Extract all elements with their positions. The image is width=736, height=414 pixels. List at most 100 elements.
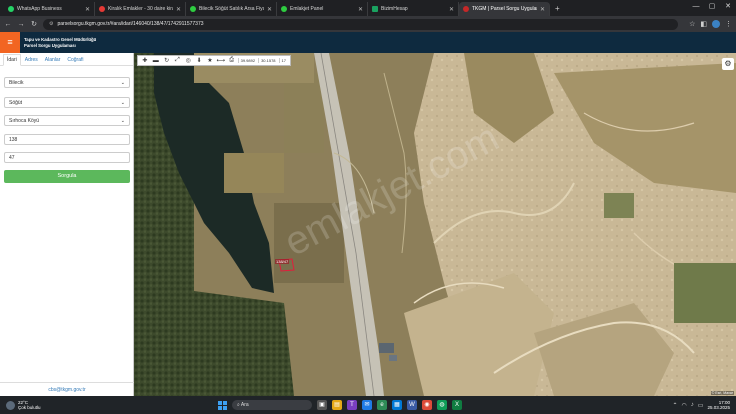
teams-icon[interactable]: T bbox=[347, 400, 357, 410]
chevron-up-icon[interactable]: ⌃ bbox=[673, 402, 678, 409]
address-bar-row: ← → ↻ ⚙ parselsorgu.tkgm.gov.tr/#ara/ida… bbox=[0, 16, 736, 32]
gear-icon[interactable]: ⚙ bbox=[722, 58, 734, 70]
date: 25.03.2025 bbox=[707, 405, 730, 410]
query-sidebar: İdari Adres Alanlar Coğrafi Bilecik ⌄ Söğ… bbox=[0, 53, 134, 396]
tab-bizimhesap[interactable]: BizimHesap ✕ bbox=[368, 2, 459, 16]
refresh-icon[interactable]: ↻ bbox=[162, 57, 172, 64]
window-controls: — ▢ ✕ bbox=[688, 0, 736, 14]
whatsapp-taskbar-icon[interactable]: ◍ bbox=[437, 400, 447, 410]
zoom-in-icon[interactable]: ✚ bbox=[140, 57, 150, 64]
close-tab-icon[interactable]: ✕ bbox=[85, 6, 90, 13]
bookmark-icon[interactable]: ★ bbox=[205, 57, 215, 64]
new-tab-button[interactable]: + bbox=[550, 2, 565, 16]
tab-title: Emlakjet Panel bbox=[290, 6, 324, 12]
weather-widget[interactable]: 22°C Çok bulutlu bbox=[0, 400, 200, 410]
bizimhesap-icon bbox=[372, 6, 378, 12]
sorgula-button[interactable]: Sorgula bbox=[4, 170, 130, 183]
tab-kiralik-emlakler[interactable]: Kiralık Emlakler - 30 daire kiralık ✕ bbox=[95, 2, 186, 16]
excel-icon[interactable]: X bbox=[452, 400, 462, 410]
battery-icon[interactable]: ▭ bbox=[698, 402, 704, 409]
cloud-icon bbox=[6, 400, 15, 410]
maximize-icon[interactable]: ▢ bbox=[704, 0, 720, 14]
clock[interactable]: 17:00 25.03.2025 bbox=[707, 400, 730, 411]
parcel-label: 138/47 bbox=[275, 259, 290, 264]
tab-title: TKGM | Parsel Sorgu Uygulaması bbox=[472, 6, 537, 12]
tab-idari[interactable]: İdari bbox=[3, 54, 21, 66]
search-placeholder: Ara bbox=[240, 402, 249, 408]
weather-text: Çok bulutlu bbox=[18, 405, 41, 410]
windows-taskbar: 22°C Çok bulutlu ⌕ Ara ▣ ▤ T ✉ e ▦ W ◉ ◍… bbox=[0, 396, 736, 414]
satellite-map[interactable]: emlakjet.com 138/47 ✚ ▬ ↻ ⤢ ◎ ⬇ ★ ⟷ ⎙ 39… bbox=[134, 53, 736, 396]
tab-alanlar[interactable]: Alanlar bbox=[42, 55, 64, 65]
hamburger-menu-icon[interactable]: ≡ bbox=[0, 32, 20, 53]
tab-bilecik-sogut[interactable]: Bilecik Söğüt Satılık Arsa Fiyatla ✕ bbox=[186, 2, 277, 16]
close-tab-icon[interactable]: ✕ bbox=[449, 6, 454, 13]
windows-start-icon[interactable] bbox=[218, 400, 227, 410]
file-explorer-icon[interactable]: ▤ bbox=[332, 400, 342, 410]
site-info-icon[interactable]: ⚙ bbox=[49, 21, 53, 27]
minimize-icon[interactable]: — bbox=[688, 0, 704, 14]
task-view-icon[interactable]: ▣ bbox=[317, 400, 327, 410]
chevron-down-icon: ⌄ bbox=[120, 99, 125, 106]
reload-icon[interactable]: ↻ bbox=[30, 20, 38, 28]
store-icon[interactable]: ▦ bbox=[392, 400, 402, 410]
tab-cografi[interactable]: Coğrafi bbox=[64, 55, 86, 65]
tab-adres[interactable]: Adres bbox=[22, 55, 41, 65]
close-tab-icon[interactable]: ✕ bbox=[540, 6, 545, 13]
parsel-value: 47 bbox=[9, 154, 15, 161]
avatar[interactable] bbox=[712, 20, 720, 28]
tab-title: Bilecik Söğüt Satılık Arsa Fiyatla bbox=[199, 6, 264, 12]
il-value: Bilecik bbox=[9, 79, 24, 86]
close-window-icon[interactable]: ✕ bbox=[720, 0, 736, 14]
browser-tab-strip: WhatsApp Business ✕ Kiralık Emlakler - 30… bbox=[0, 0, 736, 16]
close-tab-icon[interactable]: ✕ bbox=[267, 6, 272, 13]
parsel-input[interactable]: 47 bbox=[4, 152, 130, 163]
coord-x: 39.9892 bbox=[237, 58, 257, 63]
volume-icon[interactable]: ♪ bbox=[691, 402, 694, 408]
back-icon[interactable]: ← bbox=[4, 21, 12, 28]
menu-dots-icon[interactable]: ⋮ bbox=[725, 20, 732, 28]
emlakjet-icon bbox=[190, 6, 196, 12]
measure-icon[interactable]: ⟷ bbox=[216, 57, 226, 64]
zoom-level: 17 bbox=[278, 58, 288, 63]
mail-icon[interactable]: ✉ bbox=[362, 400, 372, 410]
ilce-select[interactable]: Söğüt ⌄ bbox=[4, 97, 130, 108]
tab-title: BizimHesap bbox=[381, 6, 408, 12]
contact-email-link[interactable]: cbs@tkgm.gov.tr bbox=[0, 382, 134, 396]
forward-icon[interactable]: → bbox=[17, 21, 25, 28]
chrome-icon[interactable]: ◉ bbox=[422, 400, 432, 410]
app-name: Parsel Sorgu Uygulaması bbox=[24, 42, 76, 48]
system-tray: ⌃ ◠ ♪ ▭ 17:00 25.03.2025 bbox=[673, 396, 730, 414]
extensions-icon[interactable]: ◧ bbox=[700, 20, 707, 28]
satellite-imagery bbox=[134, 53, 736, 396]
ada-input[interactable]: 138 bbox=[4, 134, 130, 145]
tab-whatsapp[interactable]: WhatsApp Business ✕ bbox=[4, 2, 95, 16]
il-select[interactable]: Bilecik ⌄ bbox=[4, 77, 130, 88]
app-header: ≡ Tapu ve Kadastro Genel Müdürlüğü Parse… bbox=[0, 32, 736, 53]
tab-emlakjet-panel[interactable]: Emlakjet Panel ✕ bbox=[277, 2, 368, 16]
ada-value: 138 bbox=[9, 136, 18, 143]
tab-tkgm[interactable]: TKGM | Parsel Sorgu Uygulaması✕ bbox=[459, 2, 550, 16]
zoom-out-icon[interactable]: ▬ bbox=[151, 58, 161, 64]
word-icon[interactable]: W bbox=[407, 400, 417, 410]
print-icon[interactable]: ⎙ bbox=[227, 57, 237, 64]
taskbar-search[interactable]: ⌕ Ara bbox=[232, 400, 312, 410]
taskbar-center: ⌕ Ara ▣ ▤ T ✉ e ▦ W ◉ ◍ X bbox=[218, 400, 462, 410]
org-name: Tapu ve Kadastro Genel Müdürlüğü bbox=[24, 36, 97, 42]
chevron-down-icon: ⌄ bbox=[120, 79, 125, 86]
tab-title: Kiralık Emlakler - 30 daire kiralık bbox=[108, 6, 173, 12]
whatsapp-icon bbox=[8, 6, 14, 12]
ilce-value: Söğüt bbox=[9, 99, 23, 106]
edge-icon[interactable]: e bbox=[377, 400, 387, 410]
close-tab-icon[interactable]: ✕ bbox=[176, 6, 181, 13]
wifi-icon[interactable]: ◠ bbox=[682, 402, 687, 409]
pin-icon[interactable]: ⬇ bbox=[194, 57, 204, 64]
close-tab-icon[interactable]: ✕ bbox=[358, 6, 363, 13]
tab-title: WhatsApp Business bbox=[17, 6, 62, 12]
url-field[interactable]: ⚙ parselsorgu.tkgm.gov.tr/#ara/idari/146… bbox=[43, 18, 679, 30]
fullscreen-icon[interactable]: ⤢ bbox=[173, 57, 183, 64]
bookmark-star-icon[interactable]: ☆ bbox=[689, 20, 695, 28]
locate-icon[interactable]: ◎ bbox=[183, 57, 193, 64]
chevron-down-icon: ⌄ bbox=[120, 117, 125, 124]
mahalle-select[interactable]: Sırhoca Köyü ⌄ bbox=[4, 115, 130, 126]
